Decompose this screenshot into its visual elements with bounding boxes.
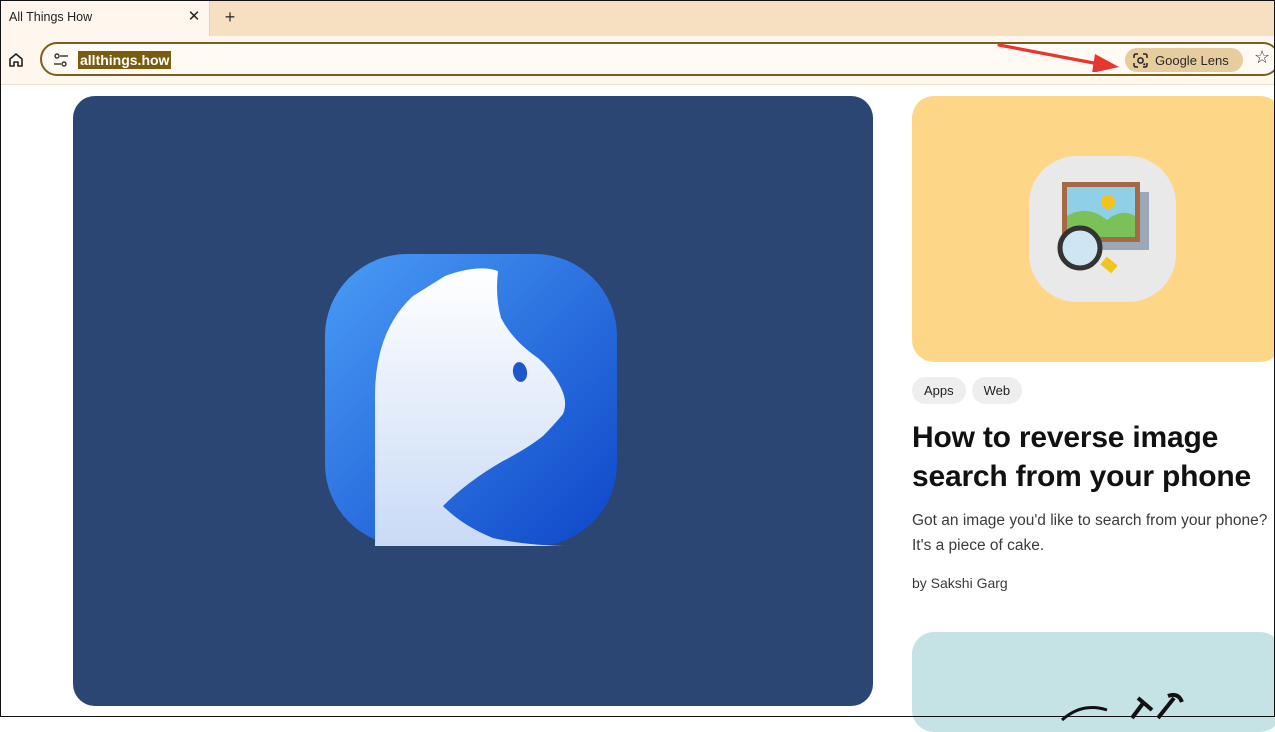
- close-icon[interactable]: ✕: [186, 8, 202, 26]
- google-lens-button[interactable]: Google Lens: [1125, 48, 1243, 72]
- google-lens-label: Google Lens: [1155, 53, 1229, 68]
- google-lens-icon: [1133, 53, 1148, 68]
- cat-app-icon: [325, 254, 617, 546]
- site-settings-icon[interactable]: [52, 52, 70, 68]
- next-article-thumbnail[interactable]: [912, 632, 1275, 732]
- tag-web[interactable]: Web: [971, 377, 1023, 404]
- article-byline[interactable]: by Sakshi Garg: [912, 575, 1008, 591]
- bookmark-star-icon[interactable]: ☆: [1254, 47, 1270, 68]
- article-excerpt: Got an image you'd like to search from y…: [912, 512, 1268, 554]
- tab-title: All Things How: [9, 10, 93, 24]
- tools-icon: [1060, 692, 1184, 722]
- annotation-arrow-icon: [997, 43, 1119, 72]
- url-text[interactable]: allthings.how: [78, 51, 172, 69]
- featured-article-image[interactable]: [73, 96, 873, 706]
- article-title[interactable]: How to reverse image search from your ph…: [912, 418, 1272, 496]
- new-tab-button[interactable]: +: [220, 6, 240, 28]
- image-search-icon: [1029, 156, 1176, 302]
- home-icon[interactable]: [6, 50, 26, 70]
- article-tags: Apps Web: [912, 377, 1023, 404]
- tag-apps[interactable]: Apps: [912, 377, 966, 404]
- article-thumbnail[interactable]: [912, 96, 1275, 362]
- tab-strip: All Things How ✕ +: [0, 0, 1275, 36]
- tab-active[interactable]: All Things How ✕: [0, 0, 210, 36]
